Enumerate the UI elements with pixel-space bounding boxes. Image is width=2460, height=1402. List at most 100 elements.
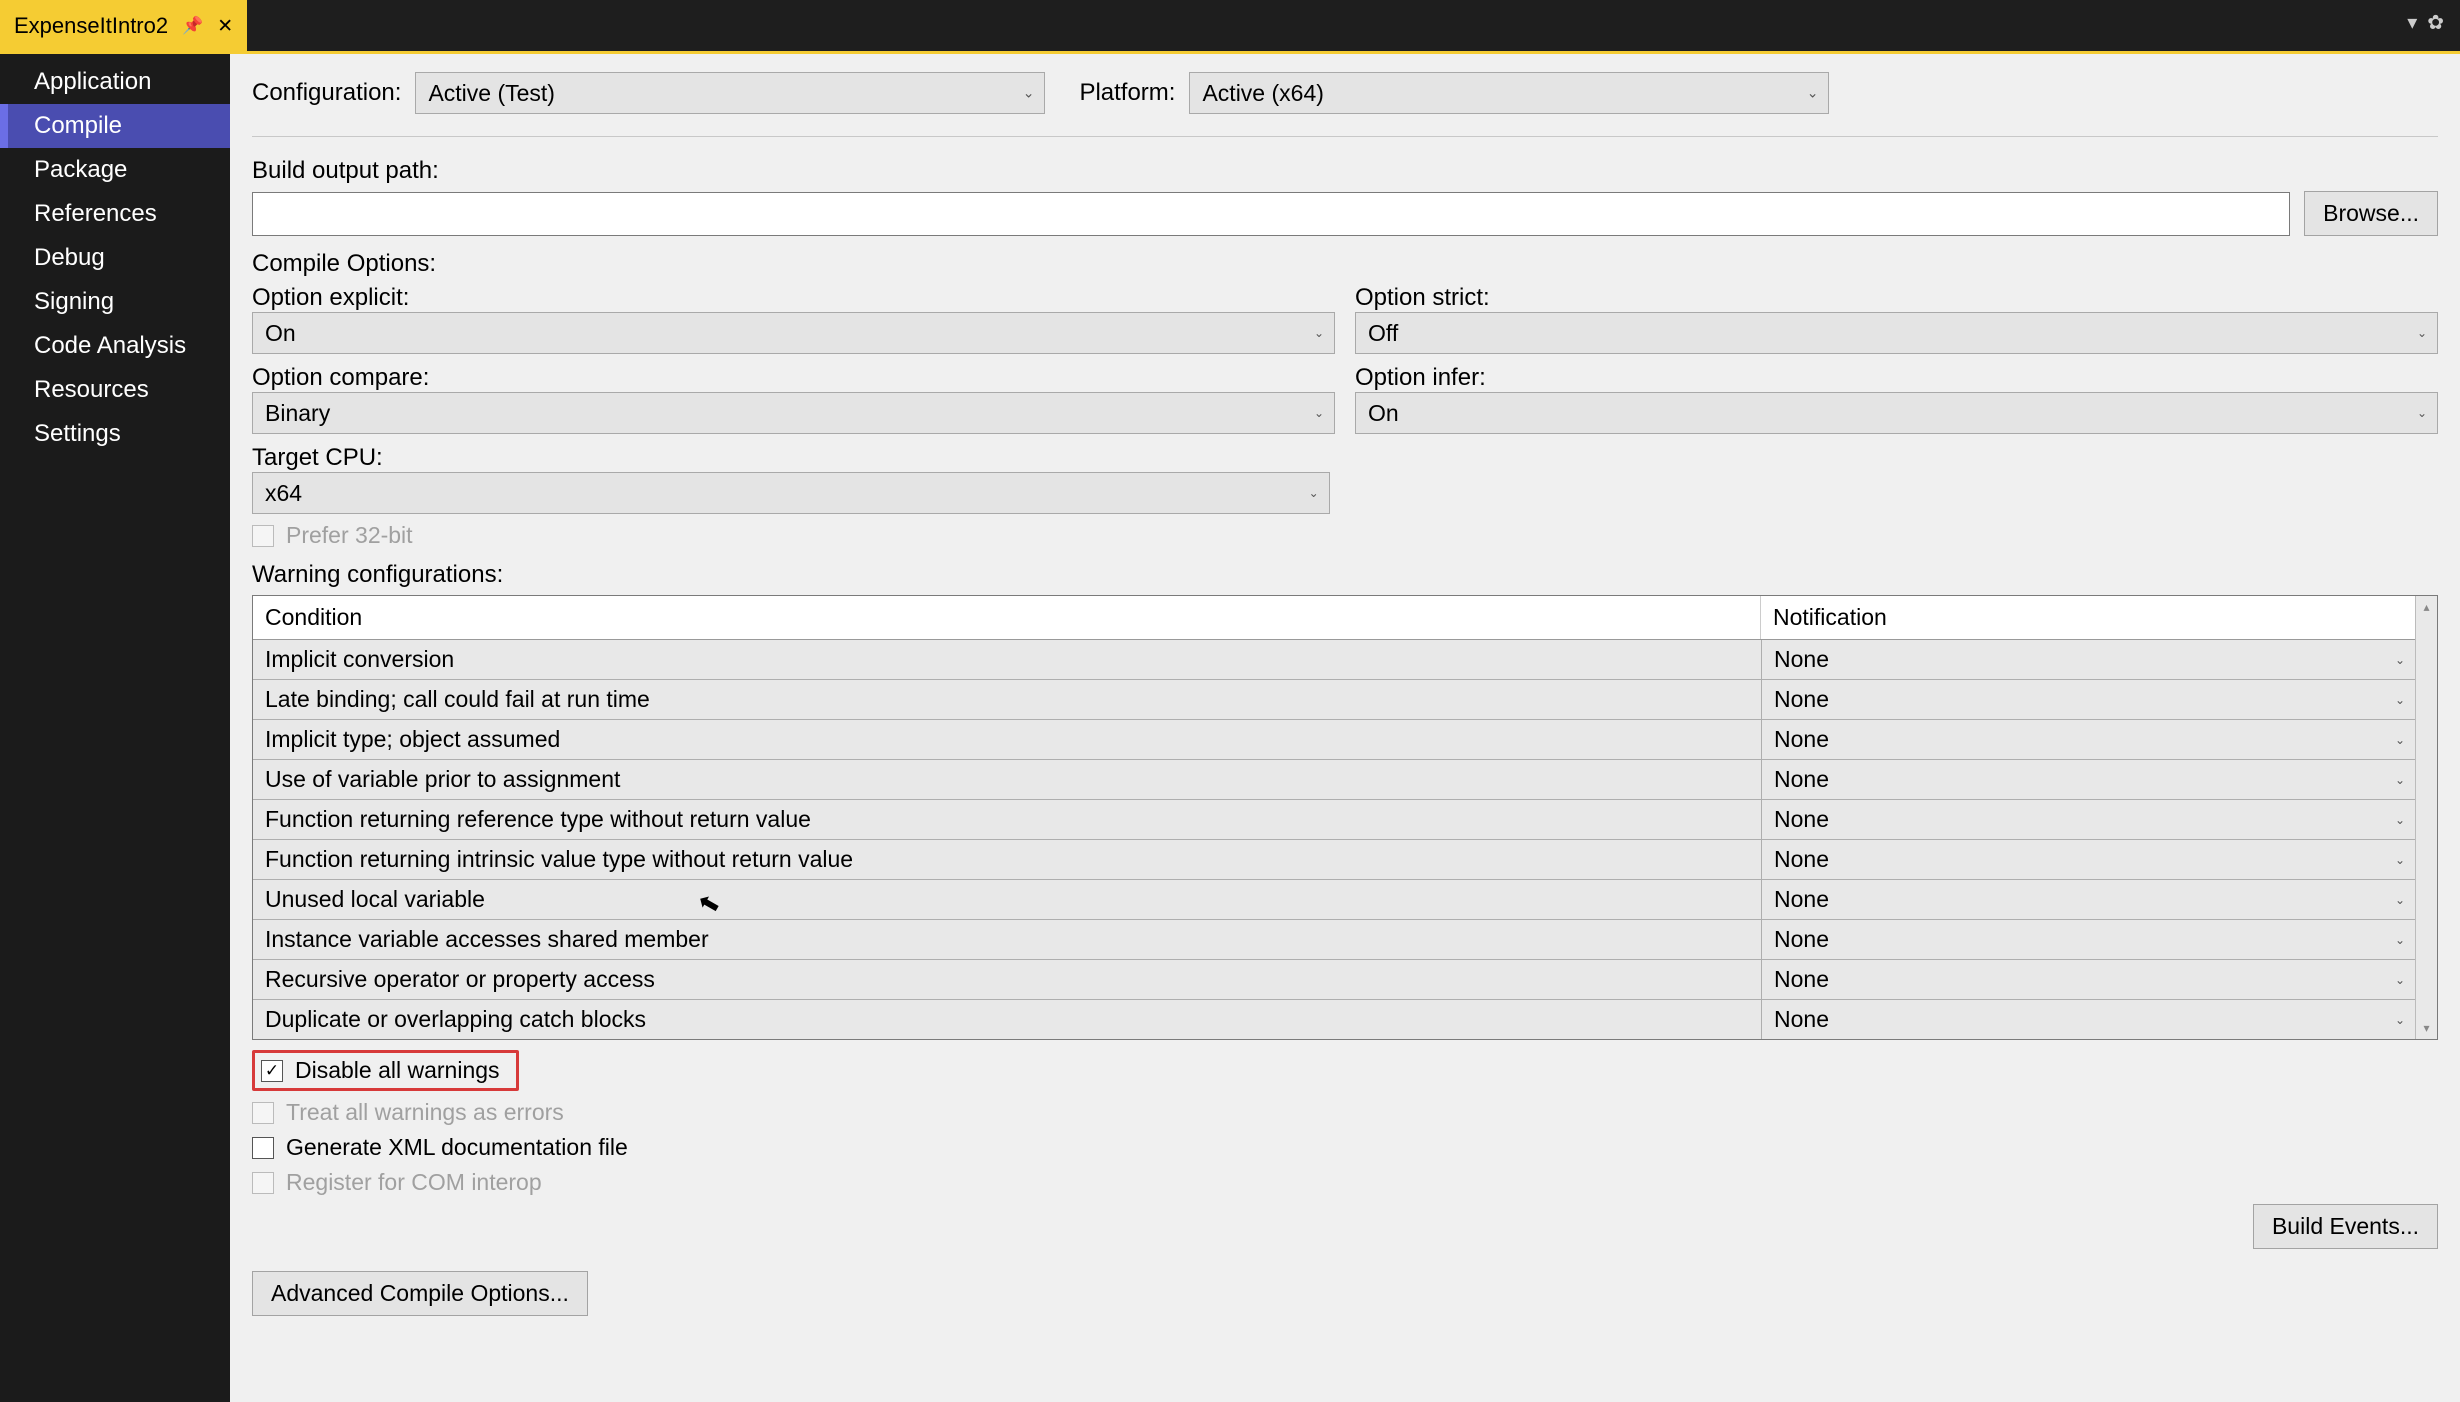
- option-strict-value: Off: [1368, 320, 1398, 347]
- warning-notification-dropdown[interactable]: None⌄: [1761, 960, 2415, 999]
- warnings-table-header: Condition Notification: [253, 596, 2415, 640]
- option-explicit-dropdown[interactable]: On ⌄: [252, 312, 1335, 354]
- project-properties-sidebar: Application Compile Package References D…: [0, 54, 230, 1402]
- warnings-table-row: Duplicate or overlapping catch blocksNon…: [253, 1000, 2415, 1039]
- configuration-value: Active (Test): [428, 80, 555, 107]
- sidebar-item-debug[interactable]: Debug: [0, 236, 230, 280]
- target-cpu-label: Target CPU:: [252, 444, 383, 471]
- chevron-down-icon: ⌄: [1807, 85, 1819, 102]
- target-cpu-dropdown[interactable]: x64 ⌄: [252, 472, 1330, 514]
- scroll-up-icon[interactable]: ▴: [2423, 600, 2429, 614]
- warnings-table: Condition Notification Implicit conversi…: [252, 595, 2438, 1040]
- table-scrollbar[interactable]: ▴ ▾: [2415, 596, 2437, 1039]
- warning-config-heading: Warning configurations:: [252, 561, 2438, 589]
- option-compare-dropdown[interactable]: Binary ⌄: [252, 392, 1335, 434]
- warnings-table-row: Late binding; call could fail at run tim…: [253, 680, 2415, 720]
- prefer-32bit-checkbox: [252, 525, 274, 547]
- warning-condition-cell: Use of variable prior to assignment: [253, 760, 1761, 799]
- chevron-down-icon: ⌄: [1023, 85, 1035, 102]
- configuration-dropdown[interactable]: Active (Test) ⌄: [415, 72, 1045, 114]
- warnings-table-row: Recursive operator or property accessNon…: [253, 960, 2415, 1000]
- warning-notification-dropdown[interactable]: None⌄: [1761, 800, 2415, 839]
- warnings-table-row: Function returning reference type withou…: [253, 800, 2415, 840]
- chevron-down-icon: ⌄: [2395, 733, 2405, 747]
- close-icon[interactable]: ✕: [217, 15, 233, 38]
- warning-notification-dropdown[interactable]: None⌄: [1761, 840, 2415, 879]
- scroll-down-icon[interactable]: ▾: [2423, 1021, 2429, 1035]
- configuration-label: Configuration:: [252, 79, 401, 107]
- warning-condition-cell: Function returning intrinsic value type …: [253, 840, 1761, 879]
- disable-all-warnings-highlight: ✓ Disable all warnings: [252, 1050, 519, 1091]
- col-notification[interactable]: Notification: [1761, 596, 2415, 639]
- warnings-table-row: Function returning intrinsic value type …: [253, 840, 2415, 880]
- chevron-down-icon: ⌄: [2395, 853, 2405, 867]
- warning-condition-cell: Unused local variable: [253, 880, 1761, 919]
- warning-condition-cell: Late binding; call could fail at run tim…: [253, 680, 1761, 719]
- prefer-32bit-label: Prefer 32-bit: [286, 522, 413, 549]
- warning-notification-dropdown[interactable]: None⌄: [1761, 880, 2415, 919]
- gear-icon[interactable]: ✿: [2427, 10, 2444, 35]
- warnings-table-row: Implicit type; object assumedNone⌄: [253, 720, 2415, 760]
- register-com-interop-checkbox: [252, 1172, 274, 1194]
- option-compare-value: Binary: [265, 400, 330, 427]
- chevron-down-icon: ⌄: [2395, 973, 2405, 987]
- sidebar-item-references[interactable]: References: [0, 192, 230, 236]
- warning-notification-dropdown[interactable]: None⌄: [1761, 720, 2415, 759]
- warning-condition-cell: Implicit type; object assumed: [253, 720, 1761, 759]
- warnings-table-row: Implicit conversionNone⌄: [253, 640, 2415, 680]
- sidebar-item-compile[interactable]: Compile: [0, 104, 230, 148]
- chevron-down-icon: ⌄: [2395, 933, 2405, 947]
- browse-button[interactable]: Browse...: [2304, 191, 2438, 236]
- generate-xml-doc-checkbox[interactable]: [252, 1137, 274, 1159]
- chevron-down-icon: ⌄: [1309, 486, 1319, 500]
- treat-warnings-as-errors-label: Treat all warnings as errors: [286, 1099, 564, 1126]
- col-condition[interactable]: Condition: [253, 596, 1761, 639]
- compile-options-heading: Compile Options:: [252, 250, 2438, 278]
- platform-value: Active (x64): [1202, 80, 1323, 107]
- tabbar-overflow[interactable]: ▾ ✿: [2407, 0, 2460, 35]
- warning-condition-cell: Implicit conversion: [253, 640, 1761, 679]
- sidebar-item-signing[interactable]: Signing: [0, 280, 230, 324]
- document-tab[interactable]: ExpenseItIntro2 📌 ✕: [0, 0, 247, 52]
- chevron-down-icon: ⌄: [1314, 406, 1324, 420]
- sidebar-item-application[interactable]: Application: [0, 60, 230, 104]
- warning-condition-cell: Duplicate or overlapping catch blocks: [253, 1000, 1761, 1039]
- platform-dropdown[interactable]: Active (x64) ⌄: [1189, 72, 1829, 114]
- warnings-table-row: Instance variable accesses shared member…: [253, 920, 2415, 960]
- warning-notification-dropdown[interactable]: None⌄: [1761, 760, 2415, 799]
- warning-condition-cell: Instance variable accesses shared member: [253, 920, 1761, 959]
- warning-notification-dropdown[interactable]: None⌄: [1761, 920, 2415, 959]
- advanced-compile-options-button[interactable]: Advanced Compile Options...: [252, 1271, 588, 1316]
- target-cpu-value: x64: [265, 480, 302, 507]
- register-com-interop-label: Register for COM interop: [286, 1169, 542, 1196]
- build-output-label: Build output path:: [252, 157, 2438, 185]
- sidebar-item-package[interactable]: Package: [0, 148, 230, 192]
- option-infer-dropdown[interactable]: On ⌄: [1355, 392, 2438, 434]
- warning-condition-cell: Function returning reference type withou…: [253, 800, 1761, 839]
- sidebar-item-code-analysis[interactable]: Code Analysis: [0, 324, 230, 368]
- sidebar-item-settings[interactable]: Settings: [0, 412, 230, 456]
- chevron-down-icon: ⌄: [2395, 1013, 2405, 1027]
- warning-notification-dropdown[interactable]: None⌄: [1761, 680, 2415, 719]
- build-events-button[interactable]: Build Events...: [2253, 1204, 2438, 1249]
- treat-warnings-as-errors-checkbox: [252, 1102, 274, 1124]
- option-explicit-label: Option explicit:: [252, 284, 1335, 312]
- warning-notification-dropdown[interactable]: None⌄: [1761, 640, 2415, 679]
- chevron-down-icon: ⌄: [2395, 653, 2405, 667]
- platform-label: Platform:: [1079, 79, 1175, 107]
- chevron-down-icon: ⌄: [1314, 326, 1324, 340]
- build-output-path-input[interactable]: [252, 192, 2290, 236]
- sidebar-item-resources[interactable]: Resources: [0, 368, 230, 412]
- warning-notification-dropdown[interactable]: None⌄: [1761, 1000, 2415, 1039]
- warning-condition-cell: Recursive operator or property access: [253, 960, 1761, 999]
- disable-all-warnings-checkbox[interactable]: ✓: [261, 1060, 283, 1082]
- chevron-down-icon: ⌄: [2395, 813, 2405, 827]
- option-strict-dropdown[interactable]: Off ⌄: [1355, 312, 2438, 354]
- chevron-down-icon: ⌄: [2417, 326, 2427, 340]
- option-infer-label: Option infer:: [1355, 364, 2438, 392]
- dropdown-icon[interactable]: ▾: [2407, 10, 2417, 35]
- pin-icon[interactable]: 📌: [182, 16, 203, 36]
- warnings-table-row: Unused local variableNone⌄: [253, 880, 2415, 920]
- tab-title: ExpenseItIntro2: [14, 13, 168, 39]
- generate-xml-doc-label: Generate XML documentation file: [286, 1134, 628, 1161]
